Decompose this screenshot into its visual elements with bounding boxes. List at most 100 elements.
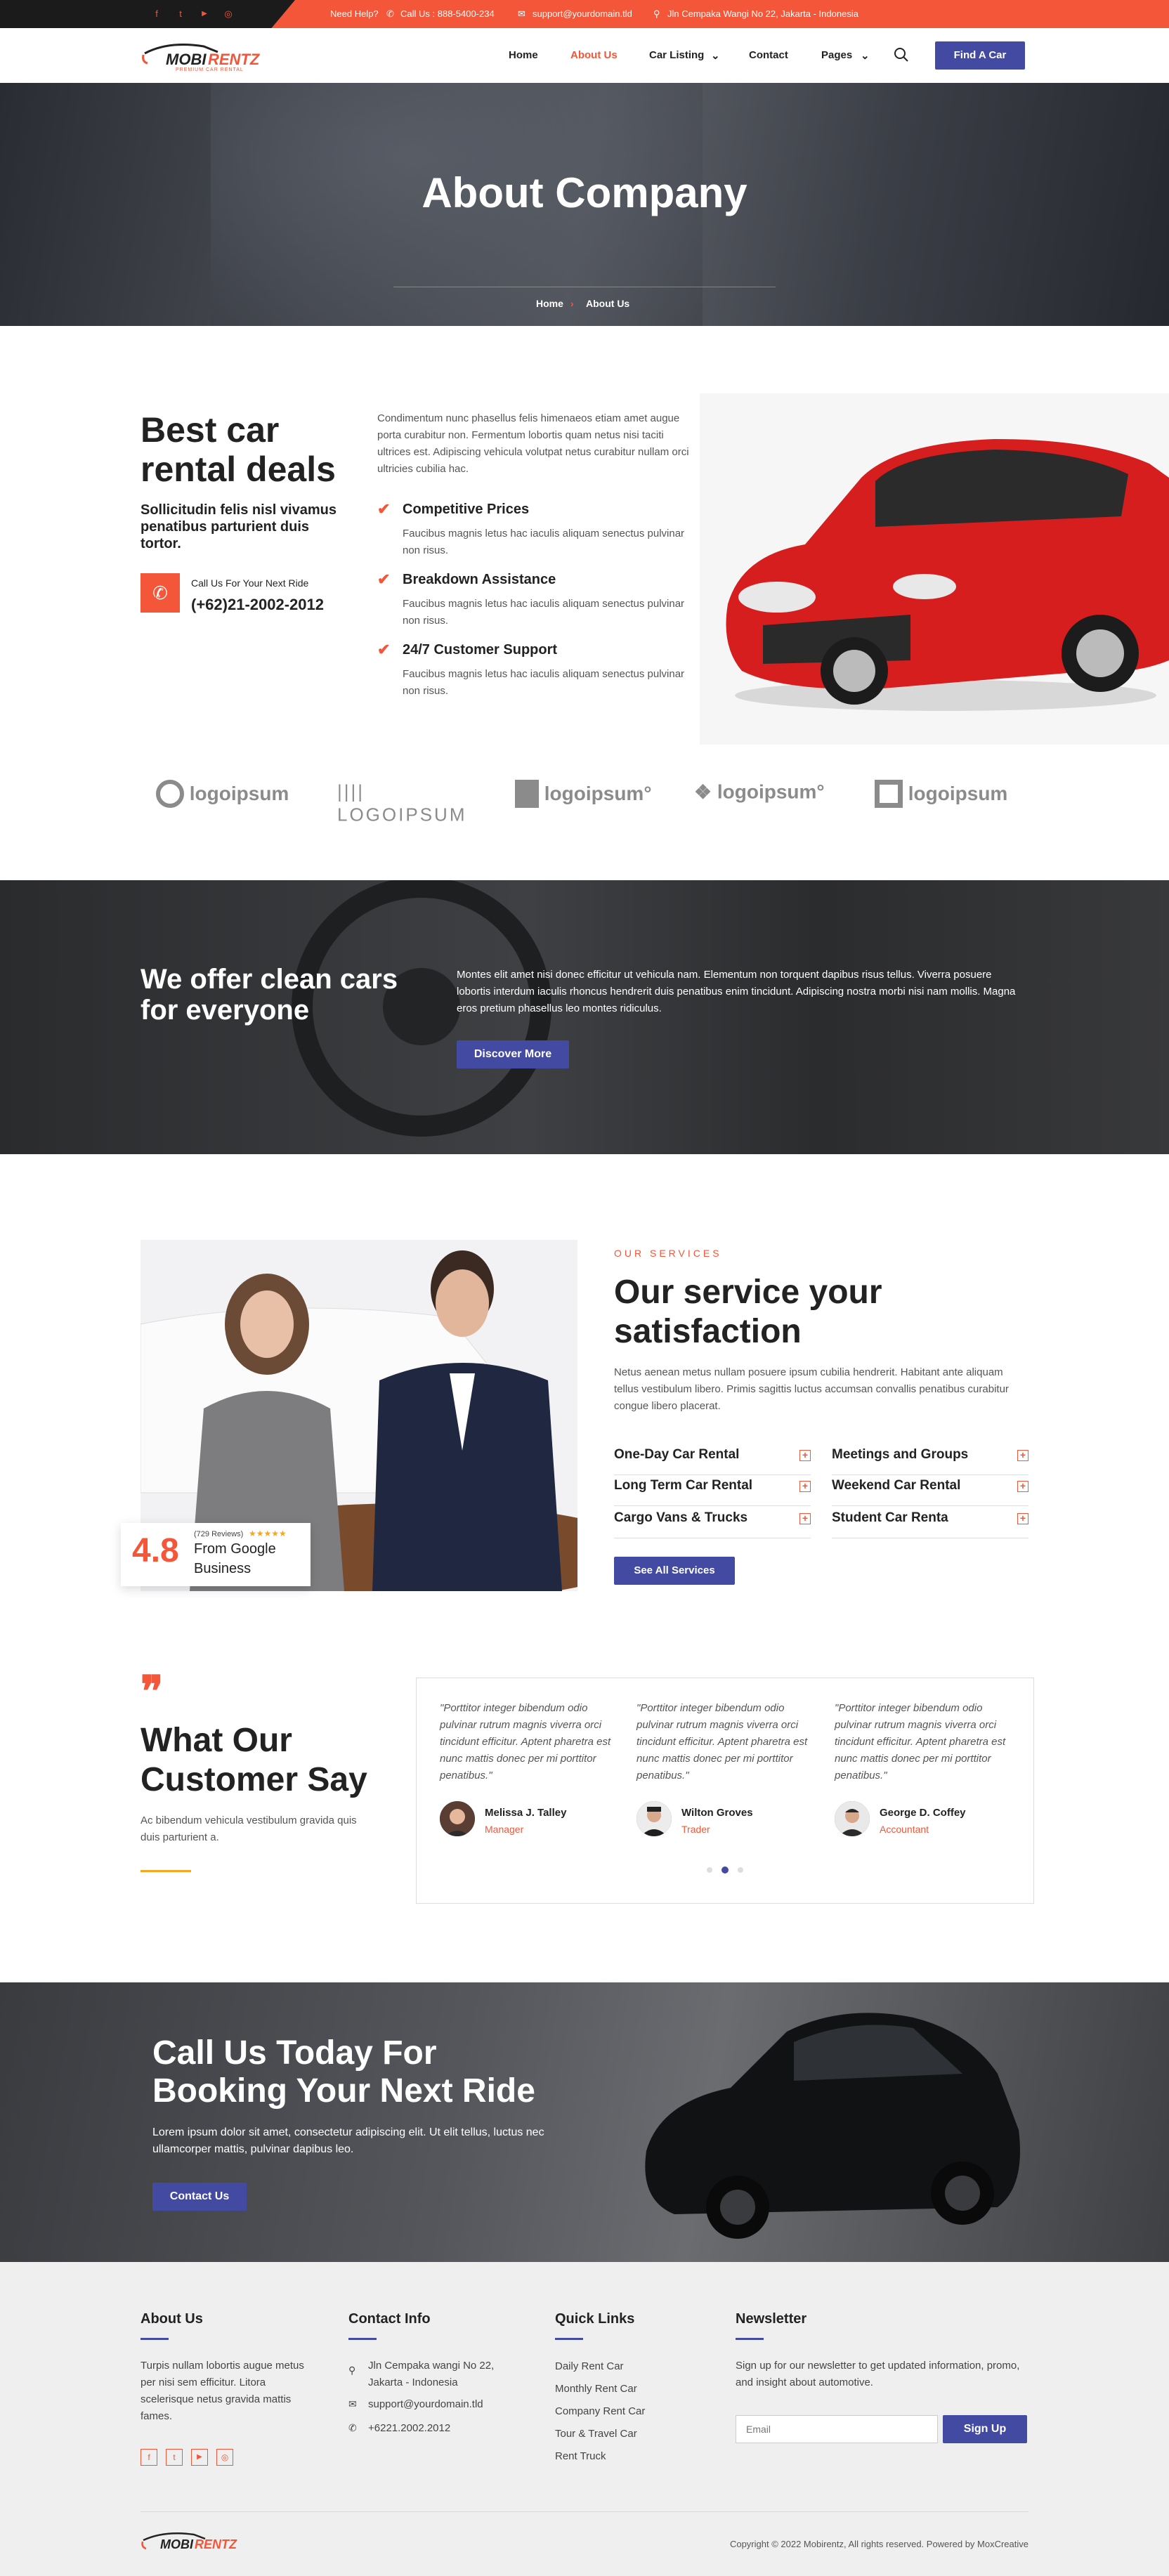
cta-title-line1: Call Us Today For: [152, 2034, 437, 2072]
footer-phone[interactable]: +6221.2002.2012: [368, 2422, 450, 2434]
discover-more-button[interactable]: Discover More: [457, 1040, 569, 1068]
breadcrumb-current: About Us: [586, 298, 630, 309]
footer-email[interactable]: support@yourdomain.tld: [368, 2398, 483, 2410]
search-icon[interactable]: [894, 47, 909, 63]
topbar-phone[interactable]: Call Us : 888-5400-234: [400, 0, 495, 28]
help-label: Need Help?: [330, 8, 379, 19]
phone-icon: ✆: [348, 2422, 357, 2433]
breadcrumb-home[interactable]: Home: [536, 298, 563, 309]
footer-link[interactable]: Monthly Rent Car: [555, 2383, 637, 2395]
testimonial-name: George D. Coffey: [880, 1807, 966, 1819]
find-a-car-button[interactable]: Find A Car: [935, 41, 1025, 70]
email-icon: ✉: [518, 8, 525, 19]
sign-up-button[interactable]: Sign Up: [943, 2415, 1027, 2443]
service-item[interactable]: Cargo Vans & Trucks +: [614, 1508, 811, 1538]
check-icon: ✔: [377, 500, 391, 518]
service-item[interactable]: Weekend Car Rental +: [832, 1475, 1028, 1506]
footer-link[interactable]: Daily Rent Car: [555, 2360, 624, 2372]
footer-newsletter-title: Newsletter: [736, 2311, 807, 2327]
star-rating-icon: ★★★★★: [249, 1529, 287, 1538]
phone-icon: ✆: [386, 8, 394, 19]
cta-text: Lorem ipsum dolor sit amet, consectetur …: [152, 2126, 544, 2155]
see-all-services-button[interactable]: See All Services: [614, 1557, 735, 1585]
breadcrumb-separator-icon: ›: [570, 298, 574, 309]
accent-divider: [141, 1870, 191, 1872]
feature-title: Breakdown Assistance: [403, 572, 556, 587]
cta-title-line2: Booking Your Next Ride: [152, 2072, 535, 2110]
location-icon: ⚲: [653, 8, 660, 19]
testimonials-title-line2: Customer Say: [141, 1761, 367, 1798]
instagram-icon[interactable]: ◎: [221, 7, 235, 21]
feature-text: Faucibus magnis letus hac iaculis aliqua…: [403, 668, 685, 697]
nav-car-listing[interactable]: Car Listing: [649, 49, 704, 63]
twitter-icon[interactable]: t: [166, 2449, 183, 2466]
red-car-image: [700, 393, 1169, 745]
footer-contact-title: Contact Info: [348, 2311, 431, 2327]
quote-icon: ❞: [141, 1668, 164, 1715]
facebook-icon[interactable]: f: [150, 7, 164, 21]
call-label: Call Us For Your Next Ride: [191, 577, 309, 589]
footer-logo[interactable]: MOBI RENTZ: [141, 2529, 239, 2557]
feature-title: Competitive Prices: [403, 502, 530, 517]
partner-logo: ❖ logoipsum°: [694, 780, 825, 804]
chevron-down-icon: ⌄: [711, 50, 720, 62]
twitter-icon[interactable]: t: [174, 7, 188, 21]
nav-home[interactable]: Home: [509, 49, 538, 63]
services-eyebrow: OUR SERVICES: [614, 1248, 722, 1259]
partner-logo: logoipsum: [156, 780, 296, 820]
partner-logo: |||| LOGOIPSUM: [337, 780, 467, 825]
feature-title: 24/7 Customer Support: [403, 642, 558, 658]
copyright: Copyright © 2022 Mobirentz, All rights r…: [729, 2539, 1028, 2549]
carousel-dot[interactable]: [707, 1867, 712, 1873]
footer-links-title: Quick Links: [555, 2311, 635, 2327]
nav-pages[interactable]: Pages: [821, 49, 852, 63]
phone-icon: ✆: [141, 573, 180, 613]
partner-logo: logoipsum: [875, 780, 1015, 820]
testimonials-text: Ac bibendum vehicula vestibulum gravida …: [141, 1815, 357, 1843]
rating-reviews: (729 Reviews): [194, 1530, 244, 1538]
topbar-email[interactable]: support@yourdomain.tld: [533, 0, 632, 28]
service-item[interactable]: Long Term Car Rental +: [614, 1475, 811, 1506]
youtube-icon[interactable]: ▶: [197, 7, 211, 21]
carousel-dot-active[interactable]: [721, 1866, 729, 1874]
testimonial-quote: "Porttitor integer bibendum odio pulvina…: [835, 1702, 1006, 1781]
services-title-line2: satisfaction: [614, 1313, 802, 1350]
partner-logo: logoipsum°: [515, 780, 655, 820]
site-logo[interactable]: MOBI RENTZ PREMIUM CAR RENTAL: [141, 39, 261, 74]
newsletter-email-input[interactable]: [736, 2415, 938, 2443]
black-car-image: [645, 2013, 1020, 2239]
avatar: [636, 1801, 672, 1836]
nav-about[interactable]: About Us: [570, 49, 618, 63]
service-item[interactable]: One-Day Car Rental +: [614, 1444, 811, 1475]
facebook-icon[interactable]: f: [141, 2449, 157, 2466]
chevron-down-icon: ⌄: [861, 50, 870, 62]
about-title-line1: Best car: [141, 410, 280, 450]
logo-text-accent: RENTZ: [208, 51, 260, 68]
footer-divider: [348, 2338, 377, 2340]
avatar: [835, 1801, 870, 1836]
topbar: f t ▶ ◎ Need Help? ✆ Call Us : 888-5400-…: [0, 0, 1169, 28]
plus-icon: +: [1017, 1481, 1028, 1492]
footer-link[interactable]: Rent Truck: [555, 2450, 606, 2462]
nav-contact[interactable]: Contact: [749, 49, 788, 63]
service-item[interactable]: Meetings and Groups +: [832, 1444, 1028, 1475]
call-number[interactable]: (+62)21-2002-2012: [191, 596, 324, 614]
footer-link[interactable]: Tour & Travel Car: [555, 2428, 637, 2440]
youtube-icon[interactable]: ▶: [191, 2449, 208, 2466]
email-icon: ✉: [348, 2398, 357, 2410]
service-item[interactable]: Student Car Renta +: [832, 1508, 1028, 1538]
footer-link[interactable]: Company Rent Car: [555, 2405, 645, 2417]
feature-text: Faucibus magnis letus hac iaculis aliqua…: [403, 528, 685, 556]
location-icon: ⚲: [348, 2365, 356, 2376]
footer-about-title: About Us: [141, 2311, 203, 2327]
testimonial-name: Wilton Groves: [681, 1807, 753, 1819]
about-intro: Condimentum nunc phasellus felis himenae…: [377, 412, 689, 475]
carousel-dot[interactable]: [738, 1867, 743, 1873]
testimonial-role: Manager: [485, 1824, 524, 1835]
instagram-icon[interactable]: ◎: [216, 2449, 233, 2466]
plus-icon: +: [799, 1481, 811, 1492]
plus-icon: +: [1017, 1513, 1028, 1524]
rating-line2: Business: [194, 1561, 252, 1576]
contact-us-button[interactable]: Contact Us: [152, 2183, 247, 2211]
band-title-line1: We offer clean cars: [141, 964, 398, 995]
